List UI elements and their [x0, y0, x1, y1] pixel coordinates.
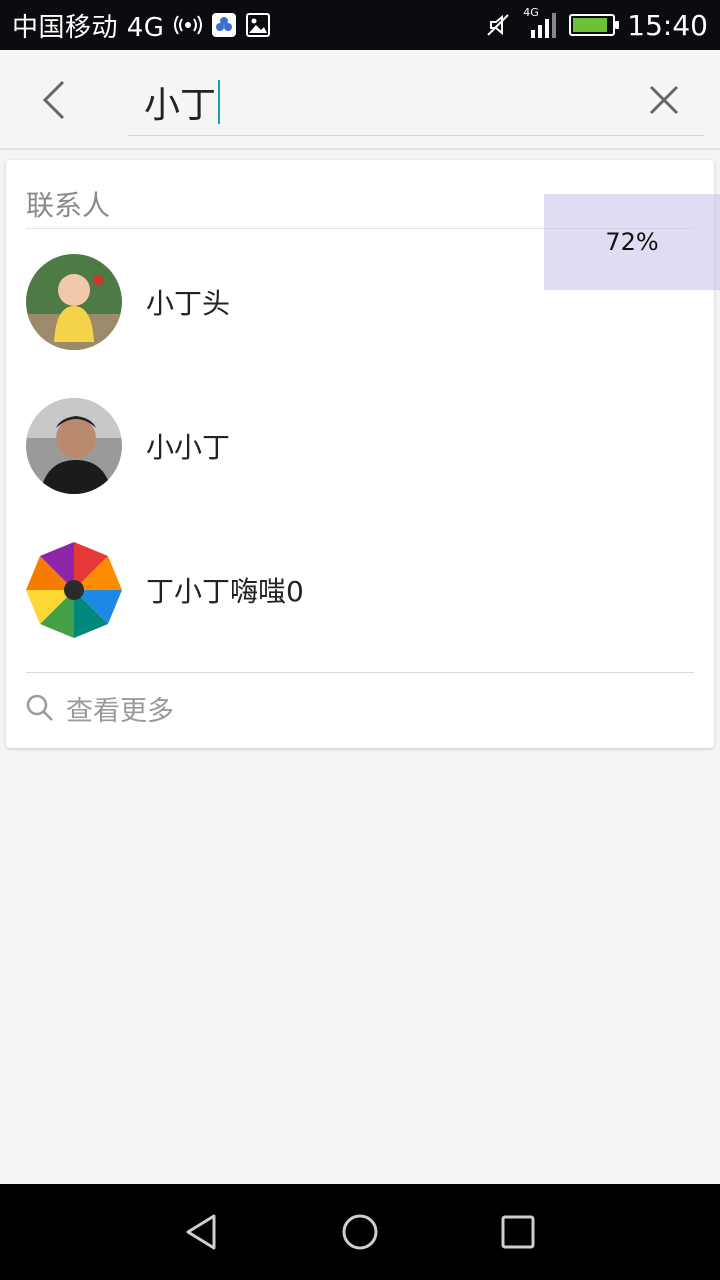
- view-more-button[interactable]: 查看更多: [26, 686, 174, 730]
- clock: 15:40: [627, 8, 708, 42]
- contact-name: 丁小丁嗨嗤0: [146, 575, 304, 608]
- mute-icon: [485, 12, 511, 38]
- status-bar: 中国移动 4G 4G 15:40: [0, 0, 720, 50]
- contact-name: 小小丁: [146, 431, 231, 464]
- avatar: [26, 398, 122, 494]
- more-divider: [26, 672, 694, 673]
- back-button[interactable]: [28, 74, 80, 126]
- hotspot-icon: [174, 14, 203, 36]
- nav-home-button[interactable]: [336, 1208, 384, 1256]
- search-query: 小丁: [144, 84, 217, 126]
- status-left: 中国移动 4G: [12, 7, 271, 44]
- view-more-label: 查看更多: [66, 695, 174, 727]
- nav-back-button[interactable]: [178, 1208, 226, 1256]
- image-icon: [246, 13, 271, 37]
- battery-level-fill: [573, 18, 607, 32]
- signal-icon: 4G: [523, 6, 557, 38]
- clear-button[interactable]: [640, 76, 688, 124]
- battery-icon: [569, 14, 620, 36]
- nav-recents-button[interactable]: [494, 1208, 542, 1256]
- contact-item[interactable]: 小小丁: [26, 398, 694, 494]
- search-header: 小丁: [0, 50, 720, 150]
- navigation-bar: [0, 1184, 720, 1280]
- search-icon: [26, 694, 53, 721]
- avatar: [26, 542, 122, 638]
- network-type-label: 4G: [523, 6, 539, 19]
- avatar: [26, 254, 122, 350]
- percentage-overlay: 72%: [544, 194, 720, 290]
- triangle-back-icon: [186, 1214, 216, 1250]
- cloud-app-icon: [212, 13, 237, 37]
- contact-item[interactable]: 丁小丁嗨嗤0: [26, 542, 694, 638]
- contact-name: 小丁头: [146, 287, 231, 320]
- search-input[interactable]: 小丁: [128, 68, 704, 136]
- chevron-left-icon: [42, 80, 65, 120]
- text-caret: [218, 79, 221, 124]
- circle-home-icon: [342, 1214, 378, 1250]
- status-right: 4G 15:40: [485, 6, 708, 42]
- percentage-text: 72%: [605, 228, 659, 256]
- section-title-contacts: 联系人: [26, 189, 111, 222]
- close-icon: [649, 85, 679, 115]
- carrier-label: 中国移动 4G: [12, 12, 165, 43]
- square-recents-icon: [501, 1215, 535, 1249]
